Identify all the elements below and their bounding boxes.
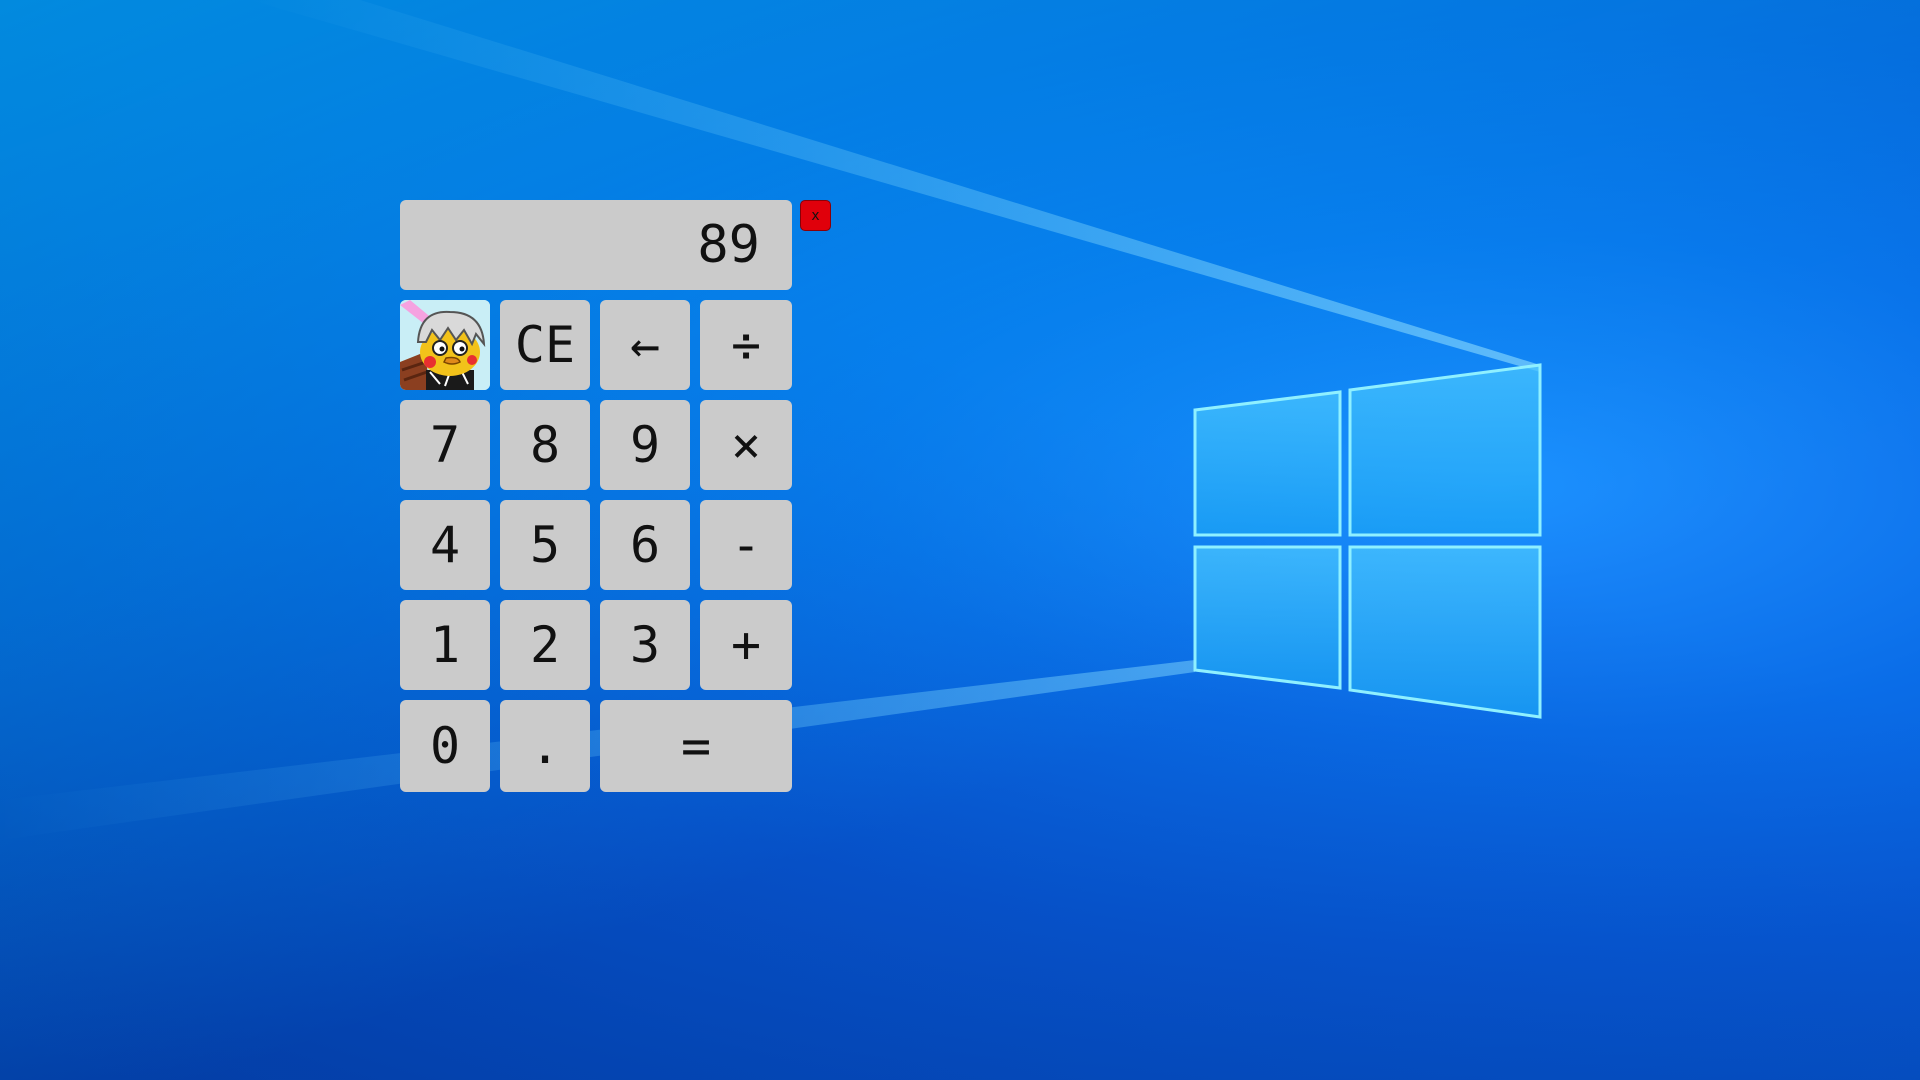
plus-button[interactable]: + xyxy=(700,600,792,690)
decimal-point-button[interactable]: . xyxy=(500,700,590,792)
backspace-button[interactable]: ← xyxy=(600,300,690,390)
back-arrow-icon: ← xyxy=(629,316,661,374)
digit-8-button[interactable]: 8 xyxy=(500,400,590,490)
digit-7-button[interactable]: 7 xyxy=(400,400,490,490)
divide-button[interactable]: ÷ xyxy=(700,300,792,390)
avatar-image[interactable] xyxy=(400,300,490,390)
digit-2-button[interactable]: 2 xyxy=(500,600,590,690)
divide-icon: ÷ xyxy=(730,316,762,374)
equals-icon: = xyxy=(680,717,712,775)
plus-icon: + xyxy=(730,616,762,674)
minus-icon: - xyxy=(730,516,762,574)
close-icon: x xyxy=(811,207,820,224)
digit-0-button[interactable]: 0 xyxy=(400,700,490,792)
digit-3-button[interactable]: 3 xyxy=(600,600,690,690)
close-button[interactable]: x xyxy=(800,200,831,231)
digit-5-button[interactable]: 5 xyxy=(500,500,590,590)
clear-entry-button[interactable]: CE xyxy=(500,300,590,390)
digit-1-button[interactable]: 1 xyxy=(400,600,490,690)
display-value: 89 xyxy=(697,215,760,275)
multiply-button[interactable]: × xyxy=(700,400,792,490)
digit-4-button[interactable]: 4 xyxy=(400,500,490,590)
cartoon-character-avatar-icon xyxy=(400,300,490,390)
digit-6-button[interactable]: 6 xyxy=(600,500,690,590)
equals-button[interactable]: = xyxy=(600,700,792,792)
minus-button[interactable]: - xyxy=(700,500,792,590)
windows-logo xyxy=(1193,363,1542,719)
digit-9-button[interactable]: 9 xyxy=(600,400,690,490)
calculator-window: 89 x CE ← ÷ 7 8 9 × 4 5 6 - 1 2 3 + 0 . … xyxy=(400,200,831,792)
calculator-display: 89 xyxy=(400,200,792,290)
multiply-icon: × xyxy=(730,416,762,474)
